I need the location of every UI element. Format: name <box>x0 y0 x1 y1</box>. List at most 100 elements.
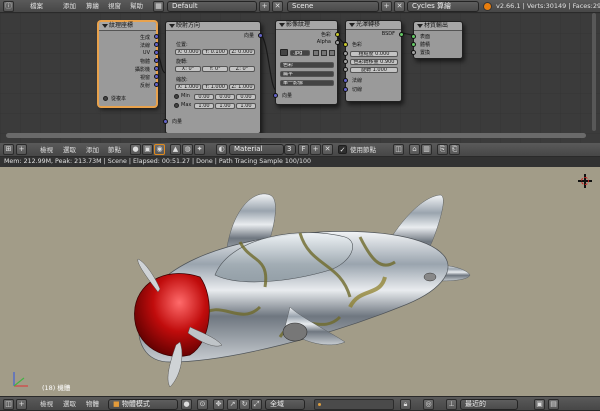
pivot-point-icon[interactable]: ⊙ <box>197 399 208 410</box>
rotation-field[interactable]: 旋轉 1.000 <box>350 67 398 73</box>
socket-out[interactable] <box>154 82 159 87</box>
location-z-field[interactable]: Z: 0.000 <box>229 49 255 55</box>
scene-add-button[interactable]: + <box>381 1 392 12</box>
menu-select[interactable]: 選取 <box>63 144 76 156</box>
transform-orientation-select[interactable]: 全域 <box>265 399 305 410</box>
lamp-icon[interactable]: ✦ <box>194 144 205 155</box>
layer-buttons[interactable] <box>314 399 394 410</box>
socket-out[interactable] <box>154 34 159 39</box>
socket-in[interactable] <box>343 67 348 72</box>
rotation-z-field[interactable]: Z: 0° <box>229 66 255 72</box>
shader-nodes-icon[interactable]: ● <box>130 144 141 155</box>
node-editor-scrollbar-right[interactable] <box>592 13 596 131</box>
socket-in[interactable] <box>343 42 348 47</box>
material-unlink-button[interactable]: ✕ <box>322 144 333 155</box>
socket-out[interactable] <box>154 42 159 47</box>
socket-in[interactable] <box>343 78 348 83</box>
menu-file[interactable]: 檔案 <box>30 0 43 12</box>
texture-nodes-icon[interactable]: ◉ <box>154 144 165 155</box>
copy-nodes-icon[interactable]: ⎘ <box>437 144 448 155</box>
max-y-field[interactable]: 1.00 <box>215 103 235 109</box>
snap-target-icon[interactable]: ▥ <box>421 144 432 155</box>
image-users-field[interactable] <box>321 50 327 56</box>
socket-out[interactable] <box>154 66 159 71</box>
render-engine-selector[interactable]: Cycles 算繪 <box>407 1 479 12</box>
max-z-field[interactable]: 1.00 <box>236 103 256 109</box>
min-z-field[interactable]: 0.00 <box>236 94 256 100</box>
fake-user-button[interactable]: F <box>298 144 309 155</box>
menu-help[interactable]: 幫助 <box>130 0 143 12</box>
backdrop-icon[interactable]: ◫ <box>393 144 404 155</box>
layout-close-button[interactable]: ✕ <box>272 1 283 12</box>
material-users-count[interactable]: 3 <box>284 144 296 155</box>
layout-selector[interactable]: Default <box>167 1 257 12</box>
menu-view[interactable]: 檢視 <box>40 398 53 410</box>
min-checkbox[interactable] <box>174 94 179 99</box>
node-glossy-bsdf[interactable]: 光澤轉移 BSDF 色彩 粗糙度 0.000 色彩轉移量 0.900 旋轉 1.… <box>343 20 404 102</box>
collapse-menus-icon[interactable]: + <box>16 399 27 410</box>
use-nodes-checkbox[interactable]: ✓ <box>338 145 347 154</box>
viewport-3d[interactable]: Mem: 212.99M, Peak: 213.73M | Scene | El… <box>0 157 600 396</box>
scale-x-field[interactable]: X: 1.000 <box>175 84 201 90</box>
socket-out[interactable] <box>154 58 159 63</box>
menu-add[interactable]: 添加 <box>63 0 76 12</box>
render-still-icon[interactable]: ▣ <box>534 399 545 410</box>
snap-icon[interactable]: ⌂ <box>409 144 420 155</box>
scale-manipulator-icon[interactable]: ⤢ <box>251 399 262 410</box>
socket-out[interactable] <box>335 40 340 45</box>
menu-node[interactable]: 節點 <box>108 144 121 156</box>
node-material-output[interactable]: 材質輸出 表面 體積 置換 <box>411 21 463 59</box>
scene-selector[interactable]: Scene <box>287 1 379 12</box>
material-add-button[interactable]: + <box>310 144 321 155</box>
snap-target-select[interactable]: 最近的 <box>460 399 518 410</box>
translate-manipulator-icon[interactable]: ↗ <box>227 399 238 410</box>
render-anim-icon[interactable]: ▤ <box>548 399 559 410</box>
lock-camera-icon[interactable]: 🔒︎ <box>400 399 411 410</box>
socket-in[interactable] <box>411 42 416 47</box>
object-data-icon[interactable]: ▲ <box>170 144 181 155</box>
image-file-field[interactable]: .jpg <box>290 50 310 56</box>
color-space-select[interactable]: 色彩 <box>280 62 334 68</box>
manipulator-toggle-icon[interactable]: ✥ <box>213 399 224 410</box>
world-icon[interactable]: ◍ <box>182 144 193 155</box>
scene-close-button[interactable]: ✕ <box>394 1 405 12</box>
menu-window[interactable]: 視窗 <box>108 0 121 12</box>
image-browse-icon[interactable] <box>313 50 319 56</box>
max-checkbox[interactable] <box>174 103 179 108</box>
menu-add[interactable]: 添加 <box>86 144 99 156</box>
socket-out[interactable] <box>335 32 340 37</box>
material-browse-icon[interactable]: ◐ <box>216 144 227 155</box>
editor-type-icon[interactable]: ⓘ <box>3 1 14 12</box>
image-icon[interactable] <box>280 49 288 56</box>
max-x-field[interactable]: 1.00 <box>194 103 214 109</box>
menu-render[interactable]: 算繪 <box>86 0 99 12</box>
scale-z-field[interactable]: Z: 1.000 <box>229 84 255 90</box>
socket-in[interactable] <box>411 50 416 55</box>
socket-in[interactable] <box>343 51 348 56</box>
socket-out[interactable] <box>154 74 159 79</box>
source-select[interactable]: 單一影像 <box>280 80 334 86</box>
layout-icon[interactable]: ▦ <box>153 1 164 12</box>
image-close-icon[interactable] <box>329 50 335 56</box>
socket-in[interactable] <box>411 34 416 39</box>
rotate-manipulator-icon[interactable]: ↻ <box>239 399 250 410</box>
scale-y-field[interactable]: Y: 1.000 <box>202 84 228 90</box>
socket-in[interactable] <box>343 87 348 92</box>
location-y-field[interactable]: Y: 0.100 <box>202 49 228 55</box>
node-texture-coordinate[interactable]: 紋理座標 生成 法線 UV 物體 攝影機 視窗 反射 從複本 <box>98 21 159 107</box>
layout-add-button[interactable]: + <box>259 1 270 12</box>
node-editor-scrollbar[interactable] <box>6 133 586 138</box>
viewport-shading-icon[interactable]: ● <box>181 399 192 410</box>
proportional-edit-icon[interactable]: ◎ <box>423 399 434 410</box>
menu-object[interactable]: 物體 <box>86 398 99 410</box>
socket-in[interactable] <box>273 93 278 98</box>
snap-toggle-icon[interactable]: ⊥ <box>446 399 457 410</box>
editor-type-icon[interactable]: ◫ <box>3 399 14 410</box>
node-editor-area[interactable]: 紋理座標 生成 法線 UV 物體 攝影機 視窗 反射 從複本 映射方向 向量 位… <box>0 13 600 143</box>
collapse-menus-icon[interactable]: + <box>16 144 27 155</box>
socket-out[interactable] <box>258 33 263 38</box>
menu-select[interactable]: 選取 <box>63 398 76 410</box>
menu-view[interactable]: 檢視 <box>40 144 53 156</box>
compositing-nodes-icon[interactable]: ▣ <box>142 144 153 155</box>
rotation-x-field[interactable]: X: 0° <box>175 66 201 72</box>
